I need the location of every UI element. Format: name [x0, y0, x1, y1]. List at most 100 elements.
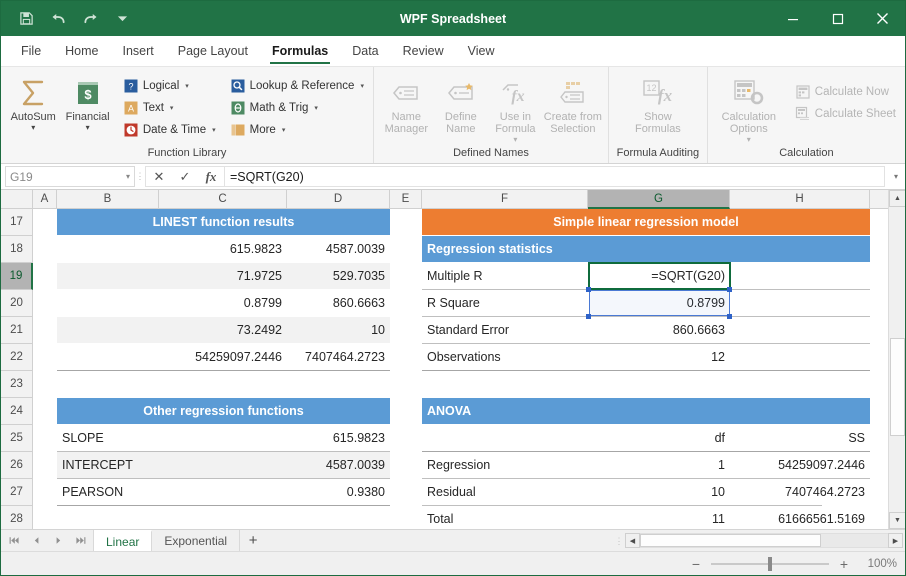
row-header-24[interactable]: 24 [1, 398, 33, 425]
cell-F18[interactable]: Regression statistics [422, 236, 870, 262]
create-from-selection-button[interactable]: Create from Selection [543, 73, 603, 135]
close-button[interactable] [860, 1, 905, 36]
confirm-formula-button[interactable]: ✓ [172, 167, 198, 186]
date-time-caret-icon[interactable]: ▾ [212, 126, 216, 134]
row-header-19[interactable]: 19 [1, 263, 33, 290]
zoom-slider[interactable] [711, 563, 829, 565]
cell-D27[interactable]: 0.9380 [287, 479, 390, 505]
formula-bar-expand-icon[interactable]: ▾ [889, 172, 903, 181]
use-in-formula-button[interactable]: fx Use in Formula ▾ [488, 73, 543, 144]
row-header-17[interactable]: 17 [1, 209, 33, 236]
column-header-D[interactable]: D [287, 190, 390, 209]
tab-insert[interactable]: Insert [111, 36, 166, 66]
maximize-button[interactable] [815, 1, 860, 36]
logical-caret-icon[interactable]: ▾ [185, 82, 189, 90]
lookup-reference-caret-icon[interactable]: ▾ [360, 82, 364, 90]
select-all-corner[interactable] [1, 190, 33, 209]
cell-F24[interactable]: ANOVA [422, 398, 870, 424]
scroll-down-button[interactable]: ▼ [889, 512, 905, 529]
save-icon[interactable] [11, 5, 41, 33]
tab-file[interactable]: File [9, 36, 53, 66]
horizontal-scrollbar-thumb[interactable] [640, 534, 821, 547]
zoom-slider-thumb[interactable] [768, 557, 772, 571]
zoom-in-button[interactable]: + [837, 556, 851, 572]
cell-G19[interactable]: =SQRT(G20) [588, 263, 730, 289]
cell-C20[interactable]: 0.8799 [159, 290, 287, 316]
sheet-tab-linear[interactable]: Linear [94, 530, 152, 551]
cell-F28[interactable]: Total [422, 506, 588, 529]
column-header-C[interactable]: C [159, 190, 287, 209]
calculation-options-button[interactable]: Calculation Options ▾ [713, 73, 785, 144]
cell-B17[interactable]: LINEST function results [57, 209, 390, 235]
cell-F17[interactable]: Simple linear regression model [422, 209, 870, 235]
column-header-F[interactable]: F [422, 190, 588, 209]
cell-D19[interactable]: 529.7035 [287, 263, 390, 289]
cell-D25[interactable]: 615.9823 [287, 425, 390, 451]
more-functions-caret-icon[interactable]: ▾ [282, 126, 286, 134]
row-header-20[interactable]: 20 [1, 290, 33, 317]
column-header-E[interactable]: E [390, 190, 422, 209]
cell-B24[interactable]: Other regression functions [57, 398, 390, 424]
next-sheet-icon[interactable] [48, 532, 68, 550]
add-sheet-button[interactable]: + [240, 530, 266, 551]
cell-G22[interactable]: 12 [588, 344, 730, 370]
cell-G26[interactable]: 1 [588, 452, 730, 478]
minimize-button[interactable] [770, 1, 815, 36]
calculate-now-button[interactable]: Calculate Now [791, 81, 900, 102]
scroll-right-button[interactable]: ▶ [888, 533, 903, 548]
financial-button[interactable]: $ Financial ▾ [60, 73, 114, 132]
first-sheet-icon[interactable] [4, 532, 24, 550]
cell-G28[interactable]: 11 [588, 506, 730, 529]
cell-H27[interactable]: 7407464.2723 [730, 479, 870, 505]
column-header-A[interactable]: A [33, 190, 57, 209]
row-header-25[interactable]: 25 [1, 425, 33, 452]
row-header-28[interactable]: 28 [1, 506, 33, 529]
cell-H28[interactable]: 61666561.5169 [730, 506, 870, 529]
cancel-formula-button[interactable]: ✕ [146, 167, 172, 186]
cell-D18[interactable]: 4587.0039 [287, 236, 390, 262]
zoom-out-button[interactable]: − [689, 556, 703, 572]
calculation-options-caret-icon[interactable]: ▾ [747, 136, 751, 144]
math-trig-button[interactable]: Math & Trig ▾ [226, 97, 368, 118]
logical-button[interactable]: ? Logical ▾ [119, 75, 220, 96]
cell-C18[interactable]: 615.9823 [159, 236, 287, 262]
previous-sheet-icon[interactable] [26, 532, 46, 550]
cell-D22[interactable]: 7407464.2723 [287, 344, 390, 370]
formula-bar-grip[interactable]: ⋮ [135, 172, 145, 181]
cell-D20[interactable]: 860.6663 [287, 290, 390, 316]
cell-G20[interactable]: 0.8799 [588, 290, 730, 316]
row-header-27[interactable]: 27 [1, 479, 33, 506]
row-header-22[interactable]: 22 [1, 344, 33, 371]
cell-B26[interactable]: INTERCEPT [57, 452, 159, 478]
cell-F26[interactable]: Regression [422, 452, 588, 478]
formula-input[interactable]: =SQRT(G20) [224, 166, 885, 187]
lookup-reference-button[interactable]: Lookup & Reference ▾ [226, 75, 368, 96]
column-header-B[interactable]: B [57, 190, 159, 209]
cell-C22[interactable]: 54259097.2446 [159, 344, 287, 370]
tab-view[interactable]: View [456, 36, 507, 66]
cell-H25[interactable]: SS [730, 425, 870, 451]
cell-G21[interactable]: 860.6663 [588, 317, 730, 343]
cell-D26[interactable]: 4587.0039 [287, 452, 390, 478]
calculate-sheet-button[interactable]: Calculate Sheet [791, 103, 900, 124]
column-header-H[interactable]: H [730, 190, 870, 209]
sheet-tab-exponential[interactable]: Exponential [152, 530, 240, 551]
tab-home[interactable]: Home [53, 36, 110, 66]
reference-handle-bottom-right[interactable] [727, 314, 732, 319]
cell-B25[interactable]: SLOPE [57, 425, 159, 451]
cell-D21[interactable]: 10 [287, 317, 390, 343]
name-box[interactable]: G19 ▾ [5, 166, 135, 187]
vertical-scrollbar[interactable]: ▲ ▼ [888, 190, 905, 529]
cell-F19[interactable]: Multiple R [422, 263, 588, 289]
row-header-21[interactable]: 21 [1, 317, 33, 344]
row-header-23[interactable]: 23 [1, 371, 33, 398]
define-name-button[interactable]: Define Name [434, 73, 489, 135]
insert-function-icon[interactable]: fx [198, 167, 224, 186]
financial-caret-icon[interactable]: ▾ [86, 124, 90, 132]
tab-review[interactable]: Review [391, 36, 456, 66]
tab-splitter-grip[interactable]: ⋮ [613, 530, 625, 551]
cell-F27[interactable]: Residual [422, 479, 588, 505]
show-formulas-button[interactable]: 12fx Show Formulas [627, 73, 689, 135]
cell-G27[interactable]: 10 [588, 479, 730, 505]
text-button[interactable]: A Text ▾ [119, 97, 220, 118]
